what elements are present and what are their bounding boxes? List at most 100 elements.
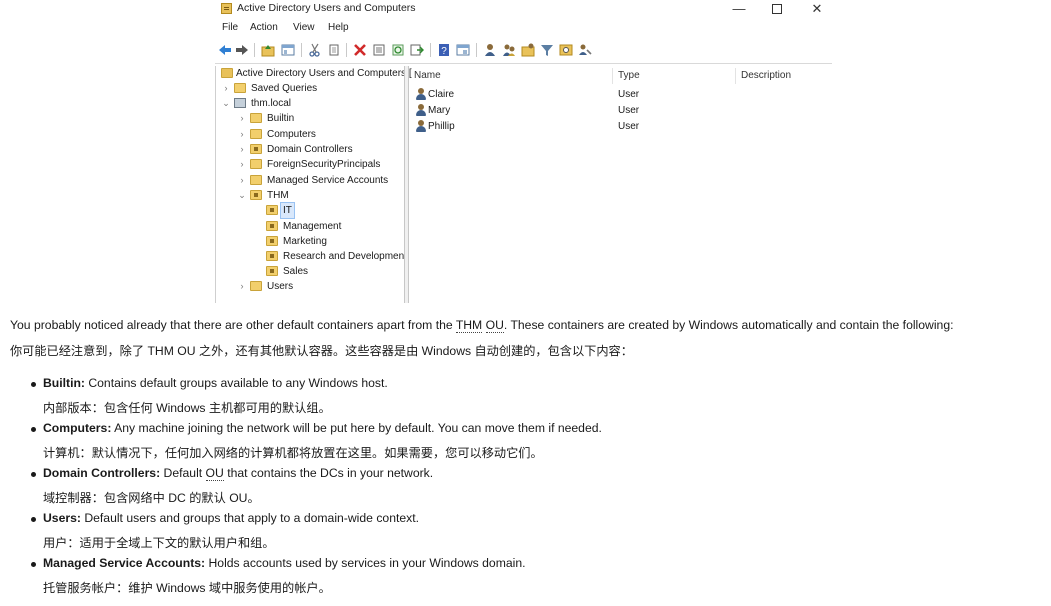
chevron-right-icon[interactable]: › (237, 173, 247, 188)
folder-icon (250, 281, 262, 291)
tree-label: THM (267, 190, 289, 201)
tree-label: Saved Queries (251, 83, 318, 94)
chevron-down-icon[interactable]: ⌄ (237, 188, 247, 203)
column-header-name[interactable]: Name (414, 70, 441, 81)
copy-icon[interactable] (327, 43, 341, 57)
user-type: User (618, 121, 640, 132)
list-item: Users: Default users and groups that app… (10, 510, 1040, 555)
svg-text:?: ? (441, 46, 447, 57)
console-view-icon[interactable] (456, 43, 470, 57)
maximize-button[interactable] (757, 0, 797, 18)
user-icon (415, 88, 427, 101)
user-name: Mary (428, 105, 451, 116)
ad-snapin-icon (221, 68, 233, 78)
chevron-right-icon[interactable]: › (237, 111, 247, 126)
item-text: Default users and groups that apply to a… (80, 511, 419, 525)
user-type: User (618, 105, 640, 116)
forward-arrow-icon[interactable] (235, 43, 249, 57)
item-zh: 托管服务帐户：维护 Windows 域中服务使用的帐户。 (43, 581, 331, 595)
folder-icon (250, 129, 262, 139)
toolbar: ? (215, 40, 832, 60)
user-name: Phillip (428, 121, 455, 132)
chevron-right-icon[interactable]: › (221, 81, 231, 96)
chevron-right-icon[interactable]: › (237, 279, 247, 294)
ou-icon (266, 221, 278, 231)
item-term: Managed Service Accounts: (43, 556, 206, 570)
ad-app-icon (221, 3, 232, 14)
item-zh: 内部版本：包含任何 Windows 主机都可用的默认组。 (43, 401, 331, 415)
item-zh: 用户：适用于全域上下文的默认用户和组。 (43, 536, 275, 550)
tree-label: ForeignSecurityPrincipals (267, 159, 381, 170)
bullet (31, 517, 36, 522)
menu-action[interactable]: Action (250, 22, 278, 33)
user-name: Claire (428, 89, 455, 100)
new-ou-icon[interactable] (521, 43, 535, 57)
chevron-right-icon[interactable]: › (237, 127, 247, 142)
ou-icon (250, 144, 262, 154)
tree-root-label: Active Directory Users and Computers [ (236, 68, 412, 79)
column-header-type[interactable]: Type (618, 70, 640, 81)
chevron-right-icon[interactable]: › (237, 157, 247, 172)
help-icon[interactable]: ? (437, 43, 451, 57)
container-list: Builtin: Contains default groups availab… (10, 375, 1040, 600)
add-to-group-icon[interactable] (578, 43, 592, 57)
new-group-icon[interactable] (502, 43, 516, 57)
tree-label: Domain Controllers (267, 144, 353, 155)
details-pane: Name Type Description Claire User Mary U… (411, 66, 832, 303)
properties-icon[interactable] (372, 43, 386, 57)
title-bar[interactable]: Active Directory Users and Computers — ✕ (215, 0, 832, 18)
find-icon[interactable] (559, 43, 573, 57)
item-text: Contains default groups available to any… (84, 376, 388, 390)
list-item[interactable]: Phillip User (411, 119, 832, 135)
ou-abbr[interactable]: OU (485, 318, 504, 333)
item-text-end: that contains the DCs in your network. (223, 466, 434, 480)
user-type: User (618, 89, 640, 100)
show-hide-console-tree-icon[interactable] (281, 43, 295, 57)
user-icon (415, 120, 427, 133)
list-item[interactable]: Mary User (411, 103, 832, 119)
thm-abbr[interactable]: THM (455, 318, 483, 333)
column-header-description[interactable]: Description (741, 70, 791, 81)
bullet (31, 427, 36, 432)
filter-icon[interactable] (540, 43, 554, 57)
item-text: Holds accounts used by services in your … (205, 556, 526, 570)
cut-icon[interactable] (308, 43, 322, 57)
folder-icon (234, 83, 246, 93)
up-folder-icon[interactable] (261, 43, 275, 57)
back-arrow-icon[interactable] (218, 43, 232, 57)
folder-icon (250, 113, 262, 123)
item-term: Builtin: (43, 376, 85, 390)
tree-label: Managed Service Accounts (267, 175, 389, 186)
menu-help[interactable]: Help (328, 22, 349, 33)
intro-paragraph-zh: 你可能已经注意到，除了 THM OU 之外，还有其他默认容器。这些容器是由 Wi… (10, 344, 633, 358)
list-item: Computers: Any machine joining the netwo… (10, 420, 1040, 465)
tree-label: Research and Development (283, 251, 407, 262)
close-button[interactable]: ✕ (797, 0, 837, 18)
menu-view[interactable]: View (293, 22, 315, 33)
chevron-right-icon[interactable]: › (237, 142, 247, 157)
list-item[interactable]: Claire User (411, 87, 832, 103)
minimize-button[interactable]: — (719, 0, 759, 18)
pane-splitter[interactable] (404, 66, 409, 303)
ou-icon (266, 205, 278, 215)
maximize-icon (772, 4, 782, 14)
domain-icon (234, 98, 246, 108)
item-text: Any machine joining the network will be … (111, 421, 602, 435)
intro-text-end: . These containers are created by Window… (503, 318, 954, 332)
ou-icon (250, 190, 262, 200)
intro-text: You probably noticed already that there … (10, 318, 456, 332)
folder-icon (250, 175, 262, 185)
ou-icon (266, 266, 278, 276)
ou-abbr[interactable]: OU (205, 466, 224, 481)
item-term: Users: (43, 511, 81, 525)
chevron-down-icon[interactable]: ⌄ (221, 96, 231, 111)
bullet (31, 472, 36, 477)
list-item: Managed Service Accounts: Holds accounts… (10, 555, 1040, 600)
new-user-icon[interactable] (483, 43, 497, 57)
delete-icon[interactable] (353, 43, 367, 57)
menu-file[interactable]: File (222, 22, 238, 33)
refresh-icon[interactable] (391, 43, 405, 57)
window-title: Active Directory Users and Computers (237, 2, 416, 14)
export-list-icon[interactable] (410, 43, 424, 57)
item-term: Computers: (43, 421, 112, 435)
